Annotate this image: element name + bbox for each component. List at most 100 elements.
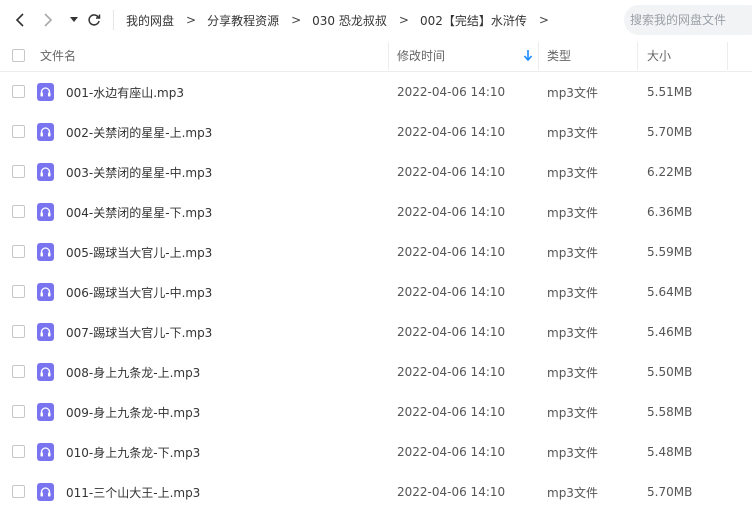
- breadcrumb-separator-icon: >: [186, 13, 197, 27]
- file-size: 6.36MB: [647, 205, 693, 219]
- toolbar-divider: [113, 10, 114, 30]
- file-row[interactable]: 003-关禁闭的星星-中.mp3 2022-04-06 14:10 mp3文件 6.2…: [0, 152, 752, 192]
- select-all-checkbox[interactable]: [12, 49, 25, 62]
- audio-file-icon: [37, 323, 54, 341]
- breadcrumb-item-current-folder[interactable]: 002【完结】水浒传: [420, 12, 527, 29]
- column-divider: [637, 42, 638, 70]
- toolbar: 我的网盘 > 分享教程资源 > 030 恐龙叔叔 > 002【完结】水浒传 >: [0, 0, 752, 40]
- column-divider: [727, 42, 728, 70]
- file-size: 5.59MB: [647, 245, 693, 259]
- column-header-modified[interactable]: 修改时间: [397, 40, 445, 71]
- file-row[interactable]: 001-水边有座山.mp3 2022-04-06 14:10 mp3文件 5.51MB: [0, 72, 752, 112]
- file-size: 6.22MB: [647, 165, 693, 179]
- file-size: 5.51MB: [647, 85, 693, 99]
- file-row[interactable]: 002-关禁闭的星星-上.mp3 2022-04-06 14:10 mp3文件 5.7…: [0, 112, 752, 152]
- file-row[interactable]: 006-踢球当大官儿-中.mp3 2022-04-06 14:10 mp3文件 5.6…: [0, 272, 752, 312]
- refresh-icon: [88, 14, 101, 26]
- file-row[interactable]: 009-身上九条龙-中.mp3 2022-04-06 14:10 mp3文件 5.58…: [0, 392, 752, 432]
- file-modified-time: 2022-04-06 14:10: [397, 485, 506, 499]
- row-checkbox[interactable]: [12, 485, 25, 498]
- file-type: mp3文件: [547, 445, 598, 460]
- caret-down-icon: [70, 17, 78, 22]
- file-modified-time: 2022-04-06 14:10: [397, 445, 506, 459]
- file-size: 5.58MB: [647, 405, 693, 419]
- file-type: mp3文件: [547, 285, 598, 300]
- chevron-right-icon: [44, 13, 53, 27]
- file-size: 5.48MB: [647, 445, 693, 459]
- audio-file-icon: [37, 243, 54, 261]
- file-row[interactable]: 011-三个山大王-上.mp3 2022-04-06 14:10 mp3文件 5.70…: [0, 472, 752, 510]
- file-name[interactable]: 010-身上九条龙-下.mp3: [66, 432, 200, 472]
- file-name[interactable]: 008-身上九条龙-上.mp3: [66, 352, 200, 392]
- file-modified-time: 2022-04-06 14:10: [397, 285, 506, 299]
- file-row[interactable]: 004-关禁闭的星星-下.mp3 2022-04-06 14:10 mp3文件 6.3…: [0, 192, 752, 232]
- row-checkbox[interactable]: [12, 285, 25, 298]
- row-checkbox[interactable]: [12, 125, 25, 138]
- file-type: mp3文件: [547, 485, 598, 500]
- file-name[interactable]: 009-身上九条龙-中.mp3: [66, 392, 200, 432]
- file-modified-time: 2022-04-06 14:10: [397, 205, 506, 219]
- row-checkbox[interactable]: [12, 405, 25, 418]
- row-checkbox[interactable]: [12, 165, 25, 178]
- file-type: mp3文件: [547, 205, 598, 220]
- file-modified-time: 2022-04-06 14:10: [397, 245, 506, 259]
- column-divider: [388, 42, 389, 70]
- audio-file-icon: [37, 283, 54, 301]
- row-checkbox[interactable]: [12, 325, 25, 338]
- file-name[interactable]: 005-踢球当大官儿-上.mp3: [66, 232, 212, 272]
- file-size: 5.50MB: [647, 365, 693, 379]
- column-divider: [538, 42, 539, 70]
- audio-file-icon: [37, 363, 54, 381]
- breadcrumb-separator-icon: >: [398, 13, 409, 27]
- file-type: mp3文件: [547, 325, 598, 340]
- file-name[interactable]: 001-水边有座山.mp3: [66, 72, 184, 112]
- audio-file-icon: [37, 83, 54, 101]
- row-checkbox[interactable]: [12, 445, 25, 458]
- file-row[interactable]: 008-身上九条龙-上.mp3 2022-04-06 14:10 mp3文件 5.50…: [0, 352, 752, 392]
- file-name[interactable]: 002-关禁闭的星星-上.mp3: [66, 112, 212, 152]
- row-checkbox[interactable]: [12, 85, 25, 98]
- file-type: mp3文件: [547, 245, 598, 260]
- file-size: 5.46MB: [647, 325, 693, 339]
- arrow-down-icon[interactable]: [523, 50, 533, 62]
- file-type: mp3文件: [547, 125, 598, 140]
- file-modified-time: 2022-04-06 14:10: [397, 125, 506, 139]
- file-row[interactable]: 005-踢球当大官儿-上.mp3 2022-04-06 14:10 mp3文件 5.5…: [0, 232, 752, 272]
- file-name[interactable]: 003-关禁闭的星星-中.mp3: [66, 152, 212, 192]
- audio-file-icon: [37, 403, 54, 421]
- file-name[interactable]: 004-关禁闭的星星-下.mp3: [66, 192, 212, 232]
- file-modified-time: 2022-04-06 14:10: [397, 365, 506, 379]
- breadcrumb-expand-icon[interactable]: >: [539, 13, 549, 27]
- file-name[interactable]: 006-踢球当大官儿-中.mp3: [66, 272, 212, 312]
- file-type: mp3文件: [547, 85, 598, 100]
- column-header-type[interactable]: 类型: [547, 40, 571, 71]
- back-button[interactable]: [8, 8, 32, 32]
- chevron-left-icon: [15, 13, 24, 27]
- audio-file-icon: [37, 483, 54, 501]
- file-name[interactable]: 007-踢球当大官儿-下.mp3: [66, 312, 212, 352]
- search-box: [624, 5, 752, 35]
- file-size: 5.70MB: [647, 485, 693, 499]
- file-type: mp3文件: [547, 365, 598, 380]
- forward-button[interactable]: [36, 8, 60, 32]
- breadcrumb-item-folder-030[interactable]: 030 恐龙叔叔: [312, 12, 387, 29]
- search-input[interactable]: [630, 13, 752, 27]
- column-header-name[interactable]: 文件名: [40, 40, 76, 71]
- refresh-button[interactable]: [82, 8, 106, 32]
- row-checkbox[interactable]: [12, 245, 25, 258]
- file-row[interactable]: 007-踢球当大官儿-下.mp3 2022-04-06 14:10 mp3文件 5.4…: [0, 312, 752, 352]
- file-modified-time: 2022-04-06 14:10: [397, 405, 506, 419]
- audio-file-icon: [37, 123, 54, 141]
- breadcrumb-item-my-drive[interactable]: 我的网盘: [126, 12, 174, 29]
- breadcrumb-item-shared-resources[interactable]: 分享教程资源: [207, 12, 279, 29]
- file-type: mp3文件: [547, 165, 598, 180]
- file-modified-time: 2022-04-06 14:10: [397, 325, 506, 339]
- column-header-size[interactable]: 大小: [647, 40, 671, 71]
- file-name[interactable]: 011-三个山大王-上.mp3: [66, 472, 200, 510]
- file-modified-time: 2022-04-06 14:10: [397, 85, 506, 99]
- row-checkbox[interactable]: [12, 205, 25, 218]
- audio-file-icon: [37, 203, 54, 221]
- breadcrumb: 我的网盘 > 分享教程资源 > 030 恐龙叔叔 > 002【完结】水浒传 >: [126, 0, 560, 40]
- file-row[interactable]: 010-身上九条龙-下.mp3 2022-04-06 14:10 mp3文件 5.48…: [0, 432, 752, 472]
- row-checkbox[interactable]: [12, 365, 25, 378]
